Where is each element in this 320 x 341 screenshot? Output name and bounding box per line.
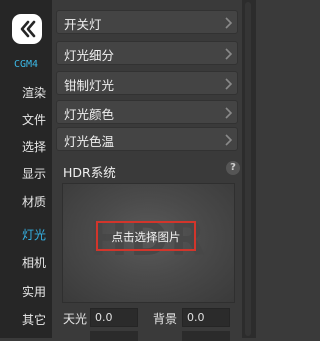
sidebar-item-camera[interactable]: 相机 <box>0 250 52 276</box>
sidebar-item-select[interactable]: 选择 <box>0 134 52 160</box>
sky-light-label: 天光 <box>63 312 88 326</box>
background-input[interactable]: 0.0 <box>182 308 230 327</box>
section-light-subdivision[interactable]: 灯光细分 <box>56 41 238 65</box>
select-image-button[interactable]: 点击选择图片 <box>96 221 196 251</box>
sidebar-item-render[interactable]: 渲染 <box>0 80 52 106</box>
section-label: 灯光颜色 <box>64 107 115 122</box>
next-row-input[interactable] <box>90 331 138 341</box>
section-label: 开关灯 <box>64 17 102 32</box>
section-light-switch[interactable]: 开关灯 <box>56 10 238 34</box>
sky-light-input[interactable]: 0.0 <box>90 308 138 327</box>
scrollbar-track[interactable] <box>245 2 251 336</box>
hdr-section-title: HDR系统 <box>63 165 116 180</box>
help-icon[interactable]: ? <box>226 161 240 175</box>
sidebar: CGM4 渲染 文件 选择 显示 材质 灯光 相机 实用 其它 <box>0 0 53 338</box>
hdr-preview[interactable]: HDR 点击选择图片 <box>62 183 235 303</box>
brand-label: CGM4 <box>13 59 39 70</box>
section-label: 灯光细分 <box>64 48 115 63</box>
sidebar-item-file[interactable]: 文件 <box>0 107 52 133</box>
sidebar-item-material[interactable]: 材质 <box>0 189 52 215</box>
section-label: 钳制灯光 <box>64 78 115 93</box>
section-light-temperature[interactable]: 灯光色温 <box>56 127 238 151</box>
sidebar-item-light[interactable]: 灯光 <box>0 222 52 248</box>
select-image-label: 点击选择图片 <box>111 230 181 244</box>
section-label: 灯光色温 <box>64 134 115 149</box>
light-panel: 开关灯 灯光细分 钳制灯光 灯光颜色 灯光色温 HDR系统 ? HDR 点击选择… <box>52 0 242 341</box>
background-label: 背景 <box>153 312 178 326</box>
sidebar-item-display[interactable]: 显示 <box>0 161 52 187</box>
chevron-right-icon <box>225 48 233 60</box>
chevron-right-icon <box>225 78 233 90</box>
next-row-input[interactable] <box>182 331 230 341</box>
chevron-right-icon <box>225 17 233 29</box>
section-clamp-light[interactable]: 钳制灯光 <box>56 71 238 95</box>
app-logo-icon[interactable] <box>12 14 42 44</box>
section-light-color[interactable]: 灯光颜色 <box>56 100 238 124</box>
sidebar-item-utility[interactable]: 实用 <box>0 279 52 305</box>
sidebar-item-other[interactable]: 其它 <box>0 307 52 333</box>
chevron-right-icon <box>225 107 233 119</box>
chevron-right-icon <box>225 134 233 146</box>
